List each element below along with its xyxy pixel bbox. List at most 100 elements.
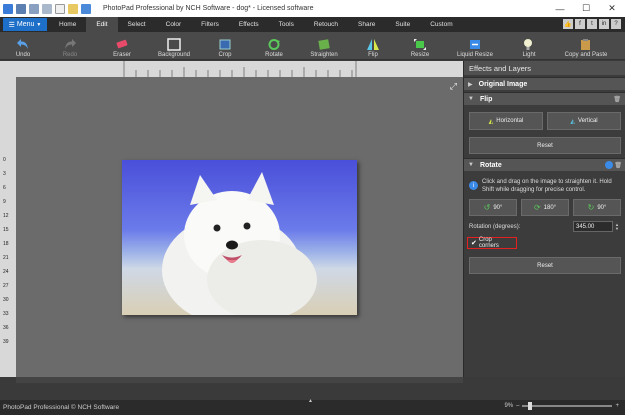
horizontal-scrollbar[interactable] xyxy=(16,377,463,383)
section-rotate[interactable]: ▼ Rotate 🗑 xyxy=(464,158,625,171)
rotate-180-button[interactable]: ⟳ 180° xyxy=(521,199,569,216)
redo-button[interactable]: Redo xyxy=(46,32,94,60)
rotate-label: Rotate xyxy=(265,52,283,58)
rotate-button[interactable]: Rotate xyxy=(250,32,298,60)
flip-horizontal-label: Horizontal xyxy=(496,118,524,124)
menu-button[interactable]: ☰ Menu ▼ xyxy=(3,18,47,31)
straighten-icon xyxy=(317,37,331,51)
flip-reset-button[interactable]: Reset xyxy=(469,137,621,154)
liquid-resize-button[interactable]: Liquid Resize xyxy=(444,32,506,60)
ruler-tick-label: 36 xyxy=(3,325,9,331)
tab-custom[interactable]: Custom xyxy=(420,17,462,32)
clipboard-icon xyxy=(579,37,593,51)
tab-edit[interactable]: Edit xyxy=(86,17,118,32)
straighten-label: Straighten xyxy=(310,52,338,58)
light-button[interactable]: Light xyxy=(506,32,552,60)
vertical-ruler[interactable]: 0 3 6 9 12 15 18 21 24 27 30 33 36 39 xyxy=(0,77,16,377)
light-bulb-icon xyxy=(522,37,536,51)
eraser-icon xyxy=(115,37,129,51)
rotation-stepper[interactable]: ▲ ▼ xyxy=(613,221,621,232)
redo-quick-icon[interactable] xyxy=(42,3,52,14)
twitter-icon[interactable]: t xyxy=(587,19,597,29)
zoom-in-icon[interactable]: + xyxy=(615,403,619,409)
undo-quick-icon[interactable] xyxy=(29,3,39,14)
flip-vertical-button[interactable]: ◭ Vertical xyxy=(547,112,621,130)
minimize-button[interactable]: — xyxy=(547,0,573,17)
rotate-180-icon: ⟳ xyxy=(533,203,541,212)
checkmark-icon: ✔ xyxy=(471,240,477,247)
open-file-icon[interactable] xyxy=(68,3,78,14)
ruler-tick-label: 0 xyxy=(3,157,6,163)
window-title: PhotoPad Professional by NCH Software - … xyxy=(103,5,314,12)
flip-label: Flip xyxy=(368,52,378,58)
close-button[interactable]: ✕ xyxy=(599,0,625,17)
help-quick-icon[interactable] xyxy=(81,3,91,14)
redo-icon xyxy=(63,37,77,51)
eraser-button[interactable]: Eraser xyxy=(96,32,148,60)
like-icon[interactable]: 👍 xyxy=(563,19,573,29)
collapse-arrow-icon: ▼ xyxy=(468,162,474,168)
linkedin-icon[interactable]: in xyxy=(599,19,609,29)
rotate-left-icon: ↺ xyxy=(483,203,491,212)
tab-tools[interactable]: Tools xyxy=(269,17,304,32)
tab-color[interactable]: Color xyxy=(156,17,192,32)
effects-layers-panel: Effects and Layers ▶ Original Image ▼ Fl… xyxy=(463,61,625,377)
fullscreen-icon[interactable]: ⤢ xyxy=(450,81,457,92)
save-icon[interactable] xyxy=(16,3,26,14)
copy-paste-button[interactable]: Copy and Paste xyxy=(552,32,620,60)
menu-label: Menu xyxy=(16,21,35,28)
new-file-icon[interactable] xyxy=(55,3,65,14)
tab-home[interactable]: Home xyxy=(49,17,86,32)
straighten-button[interactable]: Straighten xyxy=(298,32,350,60)
flip-button[interactable]: Flip xyxy=(350,32,396,60)
zoom-out-icon[interactable]: – xyxy=(516,403,519,409)
ruler-tick-label: 30 xyxy=(3,297,9,303)
panel-header: Effects and Layers xyxy=(464,61,625,75)
tab-filters[interactable]: Filters xyxy=(191,17,229,32)
rotate-reset-label: Reset xyxy=(537,262,553,269)
rotation-input[interactable]: 345.00 xyxy=(573,221,613,232)
resize-button[interactable]: Resize xyxy=(396,32,444,60)
rotate-icon xyxy=(267,37,281,51)
hamburger-icon: ☰ xyxy=(8,21,15,29)
undo-button[interactable]: Undo xyxy=(0,32,46,60)
chevron-down-icon: ▼ xyxy=(36,21,42,28)
tab-retouch[interactable]: Retouch xyxy=(304,17,348,32)
rotate-90-right-button[interactable]: ↻ 90° xyxy=(573,199,621,216)
eraser-label: Eraser xyxy=(113,52,131,58)
delete-effect-icon[interactable]: 🗑 xyxy=(613,96,621,103)
quick-access-toolbar xyxy=(0,3,91,14)
zoom-slider-handle[interactable] xyxy=(528,402,533,410)
crop-button[interactable]: Crop xyxy=(200,32,250,60)
ruler-tick-label: 24 xyxy=(3,269,9,275)
rotate-90-right-label: 90° xyxy=(597,204,607,211)
tab-suite[interactable]: Suite xyxy=(385,17,420,32)
dog-photo[interactable] xyxy=(122,160,357,315)
facebook-icon[interactable]: f xyxy=(575,19,585,29)
ruler-tick-label: 9 xyxy=(3,199,6,205)
rotate-help-icon[interactable] xyxy=(605,161,613,169)
delete-effect-icon[interactable]: 🗑 xyxy=(614,162,622,169)
tab-select[interactable]: Select xyxy=(118,17,156,32)
rotate-reset-button[interactable]: Reset xyxy=(469,257,621,274)
light-label: Light xyxy=(522,52,536,58)
horizontal-ruler[interactable] xyxy=(0,61,463,77)
section-original-image[interactable]: ▶ Original Image xyxy=(464,77,625,90)
panel-title: Effects and Layers xyxy=(469,63,531,73)
maximize-button[interactable]: ☐ xyxy=(573,0,599,17)
background-button[interactable]: Background xyxy=(148,32,200,60)
rotate-90-left-button[interactable]: ↺ 90° xyxy=(469,199,517,216)
tab-share[interactable]: Share xyxy=(348,17,385,32)
flip-icon xyxy=(366,37,380,51)
flip-horizontal-button[interactable]: ◭ Horizontal xyxy=(469,112,543,130)
original-image-label: Original Image xyxy=(478,80,528,88)
section-flip[interactable]: ▼ Flip 🗑 xyxy=(464,92,625,105)
crop-corners-checkbox[interactable]: ✔ Crop corners xyxy=(467,237,517,249)
zoom-control: 9% – + xyxy=(504,402,619,410)
ruler-tick-label: 15 xyxy=(3,227,9,233)
help-icon[interactable]: ? xyxy=(611,19,621,29)
tab-effects[interactable]: Effects xyxy=(229,17,269,32)
crop-icon xyxy=(218,37,232,51)
zoom-slider[interactable] xyxy=(522,402,613,410)
rotate-section-label: Rotate xyxy=(479,161,502,169)
